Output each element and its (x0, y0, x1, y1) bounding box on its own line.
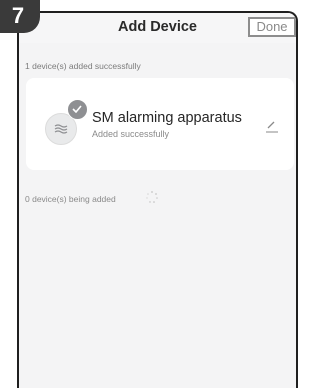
step-number-badge: 7 (0, 0, 40, 33)
header-bar: Add Device Done (19, 13, 296, 43)
added-summary: 1 device(s) added successfully (25, 61, 141, 71)
step-number: 7 (11, 3, 25, 28)
device-name: SM alarming apparatus (92, 110, 242, 126)
adding-summary: 0 device(s) being added (25, 194, 116, 204)
check-icon (67, 99, 88, 120)
device-status: Added successfully (92, 129, 170, 139)
loading-spinner-icon (145, 190, 159, 204)
edit-icon[interactable] (265, 119, 279, 133)
done-button[interactable]: Done (248, 17, 296, 37)
